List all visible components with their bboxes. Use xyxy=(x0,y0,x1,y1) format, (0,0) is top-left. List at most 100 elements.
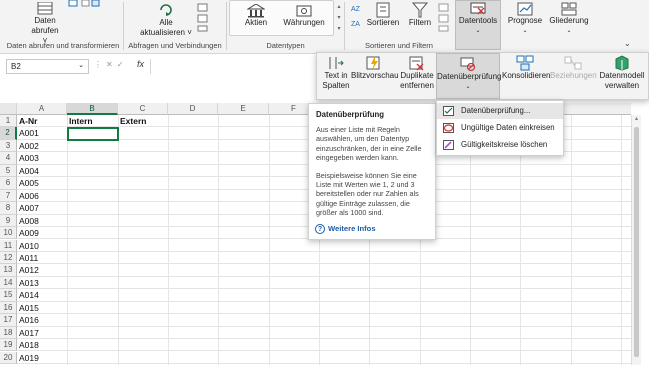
sort-icon xyxy=(376,2,390,18)
row-header[interactable]: 14 xyxy=(0,276,17,290)
daten-abrufen-button[interactable]: Daten abrufen ˅ xyxy=(28,2,62,46)
duplikate-entfernen-button[interactable]: Duplikate entfernen xyxy=(398,55,436,91)
query-icons xyxy=(68,0,100,7)
text-to-columns-icon xyxy=(329,57,344,69)
row-header[interactable]: 18 xyxy=(0,326,17,340)
weitere-infos-label: Weitere Infos xyxy=(328,224,376,233)
row-header[interactable]: 20 xyxy=(0,351,17,364)
column-header-c[interactable]: C xyxy=(118,103,168,115)
cell-a16[interactable]: A015 xyxy=(17,302,631,315)
gallery-more-icon[interactable]: ▾ xyxy=(337,26,340,32)
row-header[interactable]: 15 xyxy=(0,289,17,302)
svg-text:ZA: ZA xyxy=(351,21,360,28)
row-header[interactable]: 10 xyxy=(0,227,17,240)
row-header[interactable]: 13 xyxy=(0,264,17,277)
clear-circles-icon xyxy=(443,140,454,150)
cell-a14[interactable]: A013 xyxy=(17,277,631,290)
column-header-e[interactable]: E xyxy=(218,103,269,115)
function-icon[interactable]: fx xyxy=(137,59,144,69)
row-header[interactable]: 8 xyxy=(0,202,17,215)
datentools-popup: Text in Spalten Blitzvorschau Duplikate … xyxy=(316,52,649,100)
filtern-label: Filtern xyxy=(408,18,432,27)
cell-a17[interactable]: A016 xyxy=(17,314,631,327)
column-header-b[interactable]: B xyxy=(67,103,118,115)
datenueberpruefung-button[interactable]: Datenüberprüfung ⌄ xyxy=(436,53,502,99)
menu-item-ungueltige-daten[interactable]: Ungültige Daten einkreisen xyxy=(437,120,563,136)
row-header[interactable]: 6 xyxy=(0,177,17,190)
chevron-down-icon[interactable]: ⌄ xyxy=(78,61,84,69)
gallery-scroll[interactable]: ▴ ▾ ▾ xyxy=(336,2,342,36)
group-label-daten-abrufen: Daten abrufen und transformieren xyxy=(6,41,120,50)
datenmodell-verwalten-button[interactable]: Datenmodell verwalten xyxy=(597,55,647,91)
cell-a20[interactable]: A019 xyxy=(17,352,631,364)
gliederung-button[interactable]: Gliederung ⌄ xyxy=(548,2,590,36)
name-box[interactable]: B2 ⌄ xyxy=(6,59,89,74)
prognose-label: Prognose xyxy=(507,16,543,25)
formula-input[interactable] xyxy=(150,59,317,74)
group-label-sortieren: Sortieren und Filtern xyxy=(365,41,433,50)
row-header[interactable]: 5 xyxy=(0,164,17,178)
menu-item-gueltigkeitskreise[interactable]: Gültigkeitskreise löschen xyxy=(437,137,563,153)
cell-a19[interactable]: A018 xyxy=(17,339,631,352)
row-header[interactable]: 19 xyxy=(0,339,17,352)
alle-aktualisieren-button[interactable]: Alle aktualisieren ˅ xyxy=(140,2,192,38)
row-header[interactable]: 7 xyxy=(0,189,17,203)
waehrungen-button[interactable]: Währungen xyxy=(280,4,328,28)
sort-az-icon: AZ ZA xyxy=(351,6,361,28)
aktien-button[interactable]: Aktien xyxy=(236,4,276,28)
scroll-up-icon[interactable]: ▴ xyxy=(632,115,641,122)
row-header[interactable]: 2 xyxy=(0,127,17,140)
select-all-corner[interactable] xyxy=(0,103,17,115)
confirm-icon[interactable]: ✓ xyxy=(117,60,128,69)
row-header[interactable]: 12 xyxy=(0,251,17,265)
duplikate-label-2: entfernen xyxy=(400,81,434,90)
chevron-up-icon[interactable]: ▴ xyxy=(337,4,340,10)
sort-az-button[interactable]: AZ ZA xyxy=(350,2,364,32)
datentools-label: Datentools xyxy=(458,16,498,25)
row-header[interactable]: 9 xyxy=(0,214,17,227)
row-header[interactable]: 11 xyxy=(0,239,17,252)
prognose-button[interactable]: Prognose ⌄ xyxy=(505,2,545,36)
menu-item-datenueberpruefung[interactable]: Datenüberprüfung... xyxy=(437,103,563,119)
row-header[interactable]: 1 xyxy=(0,115,17,128)
cell-a15[interactable]: A014 xyxy=(17,289,631,302)
cell-c1[interactable]: Extern xyxy=(118,115,168,127)
datentools-button[interactable]: Datentools ⌄ xyxy=(455,0,501,50)
gliederung-label: Gliederung xyxy=(549,16,589,25)
duplikate-label-1: Duplikate xyxy=(400,71,434,80)
scrollbar-thumb[interactable] xyxy=(634,127,639,357)
tooltip-title: Datenüberprüfung xyxy=(316,110,385,119)
cell-a13[interactable]: A012 xyxy=(17,264,631,277)
text-in-spalten-button[interactable]: Text in Spalten xyxy=(319,55,353,91)
circle-invalid-icon xyxy=(443,123,454,133)
weitere-infos-link[interactable]: ? Weitere Infos xyxy=(315,224,376,234)
row-header[interactable]: 3 xyxy=(0,139,17,153)
chevron-down-icon[interactable]: ▾ xyxy=(337,15,340,21)
datenmodell-label-2: verwalten xyxy=(604,81,640,90)
data-validation-icon xyxy=(443,106,454,116)
datentypen-gallery[interactable]: Aktien Währungen xyxy=(229,0,334,36)
collapse-ribbon-icon[interactable]: ⌄ xyxy=(624,39,631,48)
column-header-a[interactable]: A xyxy=(17,103,67,115)
row-header[interactable]: 16 xyxy=(0,301,17,315)
row-header[interactable]: 17 xyxy=(0,314,17,327)
sortieren-button[interactable]: Sortieren xyxy=(366,2,400,28)
cell-a11[interactable]: A010 xyxy=(17,240,631,252)
cell-b1[interactable]: Intern xyxy=(67,115,118,127)
currency-icon xyxy=(296,5,312,17)
blitzvorschau-button[interactable]: Blitzvorschau xyxy=(351,55,399,81)
cell-a12[interactable]: A011 xyxy=(17,252,631,265)
row-header[interactable]: 4 xyxy=(0,152,17,165)
ribbon-separator xyxy=(226,2,227,50)
column-header-d[interactable]: D xyxy=(168,103,218,115)
konsolidieren-button[interactable]: Konsolidieren xyxy=(502,55,550,81)
vertical-scrollbar[interactable]: ▴ xyxy=(631,115,641,365)
sortieren-label: Sortieren xyxy=(366,18,400,27)
properties-icons xyxy=(197,3,208,32)
prognose-dropdown-icon: ⌄ xyxy=(522,28,528,34)
active-cell-b2[interactable] xyxy=(67,127,119,141)
filtern-button[interactable]: Filtern xyxy=(404,2,436,28)
cancel-icon[interactable]: ✕ xyxy=(106,60,117,69)
filter-icon xyxy=(411,2,429,18)
cell-a18[interactable]: A017 xyxy=(17,327,631,340)
